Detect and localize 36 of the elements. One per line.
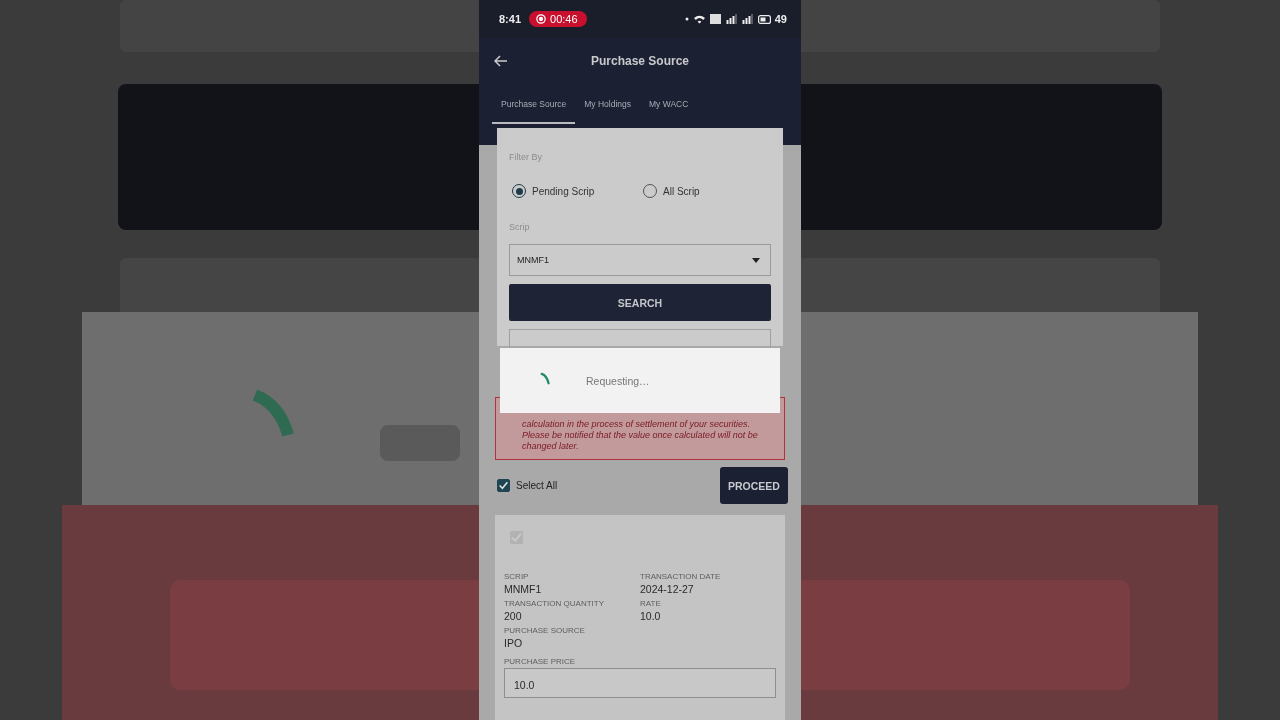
scrip-label: Scrip xyxy=(509,222,531,232)
tab[interactable]: Purchase Source xyxy=(492,84,576,124)
field-label: RATE xyxy=(640,599,662,608)
signal-icon xyxy=(741,13,753,25)
tab[interactable]: My WACC xyxy=(640,84,698,124)
screen-title: Purchase Source xyxy=(590,54,689,68)
wifi-icon xyxy=(693,13,705,25)
scrip-dropdown[interactable]: MNMF1 xyxy=(509,244,771,276)
field-label: SCRIP xyxy=(504,572,530,581)
field-value: 10.0 xyxy=(640,610,662,622)
battery-icon xyxy=(757,14,771,24)
select-all-checkbox[interactable] xyxy=(497,479,510,492)
battery-level: 49 xyxy=(774,13,787,25)
radio-label[interactable]: All Scrip xyxy=(663,185,700,197)
status-time: 8:41 xyxy=(499,13,522,25)
caret-icon xyxy=(752,257,760,263)
field-label: PURCHASE SOURCE xyxy=(504,626,586,635)
recording-badge: 00:46 xyxy=(529,11,587,27)
field-value: MNMF1 xyxy=(504,583,543,595)
proceed-button[interactable]: PROCEED xyxy=(720,467,788,504)
search-button[interactable]: SEARCH xyxy=(509,284,771,321)
record-icon xyxy=(536,14,547,24)
field-value: 200 xyxy=(504,610,523,622)
field-label: TRANSACTION DATE xyxy=(640,572,722,581)
signal-icon xyxy=(725,13,737,25)
field-label: TRANSACTION QUANTITY xyxy=(504,599,605,608)
filter-label: Filter By xyxy=(509,152,543,162)
loading-message: Requesting… xyxy=(586,375,650,387)
spinner-icon xyxy=(540,371,552,386)
select-all-label[interactable]: Select All xyxy=(516,480,558,491)
field-value: IPO xyxy=(504,637,524,649)
radio-label[interactable]: Pending Scrip xyxy=(532,185,595,197)
back-arrow-icon[interactable] xyxy=(494,55,508,67)
field-value: 2024-12-27 xyxy=(640,583,695,595)
field-label: PURCHASE PRICE xyxy=(504,657,577,666)
tab[interactable]: My Holdings xyxy=(575,84,640,124)
